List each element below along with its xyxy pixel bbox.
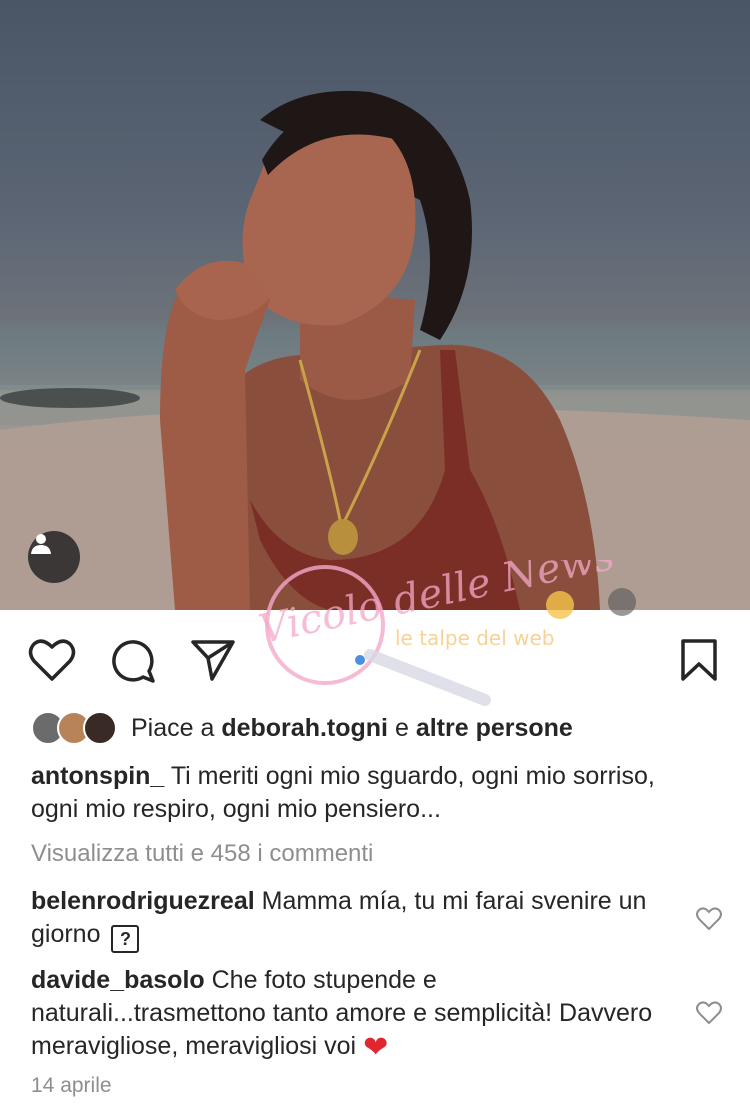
user-icon <box>31 534 51 554</box>
tag-people-button[interactable] <box>28 531 80 583</box>
unknown-emoji-glyph: ? <box>111 925 140 953</box>
post-photo[interactable] <box>0 0 750 610</box>
liker-avatars <box>31 711 117 745</box>
heart-outline-icon[interactable] <box>696 1001 722 1025</box>
likes-text: Piace a deborah.togni e altre persone <box>131 714 573 743</box>
post-caption: antonspin_ Ti meriti ogni mio sguardo, o… <box>31 760 691 826</box>
likes-joiner: e <box>394 713 409 742</box>
bookmark-icon[interactable] <box>680 638 718 682</box>
comment-item: davide_basolo Che foto stupende e natura… <box>31 964 661 1064</box>
photo-illustration <box>0 90 750 610</box>
comment-bubble-icon[interactable] <box>110 638 156 684</box>
red-heart-emoji: ❤ <box>363 1031 389 1064</box>
other-likers-link[interactable]: altre persone <box>416 714 573 742</box>
likes-row[interactable]: Piace a deborah.togni e altre persone <box>31 708 573 748</box>
caption-username[interactable]: antonspin_ <box>31 762 164 790</box>
avatar <box>83 711 117 745</box>
likes-prefix: Piace a <box>131 713 215 742</box>
comment-username[interactable]: davide_basolo <box>31 966 205 994</box>
comment-item: belenrodriguezreal Mamma mía, tu mi fara… <box>31 885 661 953</box>
heart-outline-icon[interactable] <box>28 638 76 682</box>
post-date: 14 aprile <box>31 1074 112 1097</box>
view-all-comments-link[interactable]: Visualizza tutti e 458 i commenti <box>31 840 373 868</box>
paper-plane-icon[interactable] <box>190 638 236 682</box>
liker-username[interactable]: deborah.togni <box>221 714 388 742</box>
comment-username[interactable]: belenrodriguezreal <box>31 887 255 915</box>
heart-outline-icon[interactable] <box>696 907 722 931</box>
post-action-bar <box>0 610 750 708</box>
